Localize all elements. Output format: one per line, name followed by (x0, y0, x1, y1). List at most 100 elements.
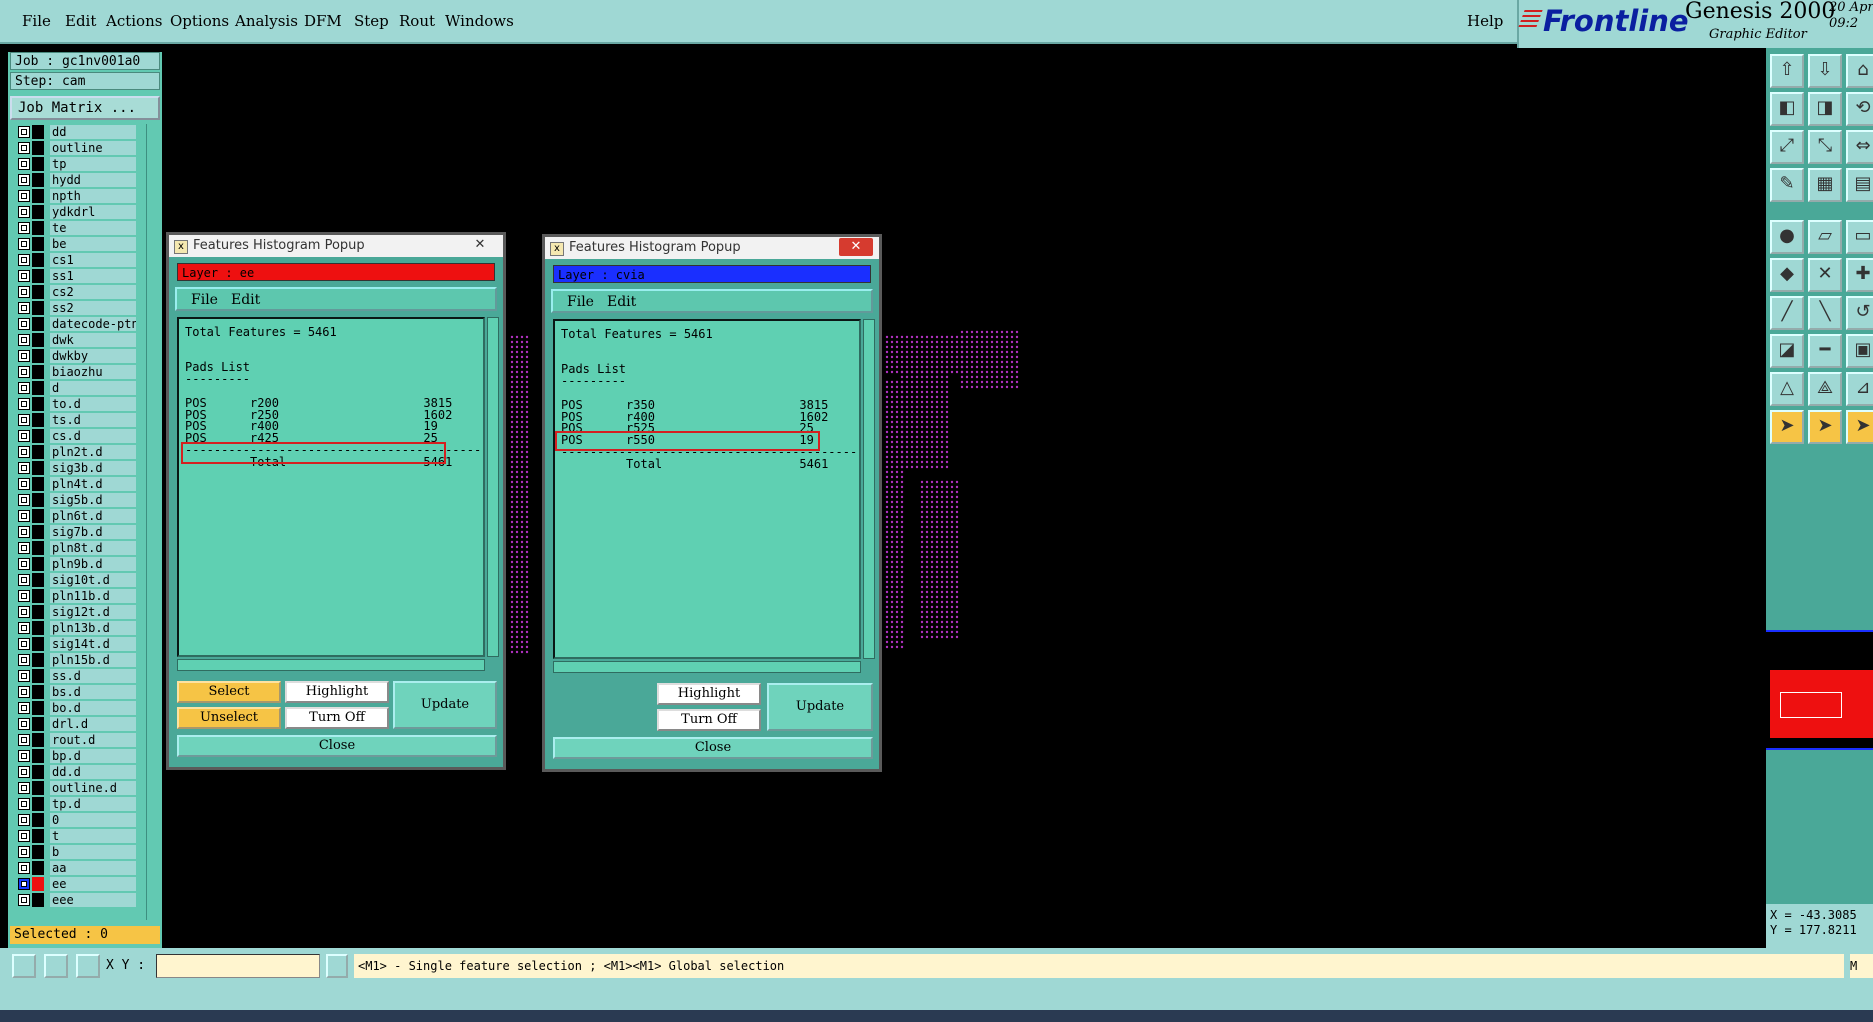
layer-name[interactable]: sig10t.d (50, 573, 136, 587)
layer-name[interactable]: rout.d (50, 733, 136, 747)
highlight-button[interactable]: Highlight (657, 683, 761, 705)
layer-checkbox[interactable] (18, 686, 30, 698)
layer-row[interactable]: to.d (12, 396, 140, 412)
toolbar-tool-button[interactable]: ⟁ (1808, 372, 1842, 406)
layer-checkbox[interactable] (18, 878, 30, 890)
popup-menu-file[interactable]: File (567, 294, 594, 310)
layer-row[interactable]: outline (12, 140, 140, 156)
layer-row[interactable]: pln4t.d (12, 476, 140, 492)
layer-name[interactable]: tp.d (50, 797, 136, 811)
toolbar-tool-button[interactable]: ⌂ (1846, 54, 1873, 88)
layer-name[interactable]: bo.d (50, 701, 136, 715)
layer-name[interactable]: datecode-ptn (50, 317, 136, 331)
layer-row[interactable]: ts.d (12, 412, 140, 428)
layer-name[interactable]: te (50, 221, 136, 235)
layer-name[interactable]: pln9b.d (50, 557, 136, 571)
layer-name[interactable]: pln4t.d (50, 477, 136, 491)
layer-row[interactable]: ydkdrl (12, 204, 140, 220)
menu-analysis[interactable]: Analysis (235, 12, 298, 30)
layer-checkbox[interactable] (18, 766, 30, 778)
close-button[interactable]: Close (553, 737, 873, 759)
layer-row[interactable]: pln6t.d (12, 508, 140, 524)
layer-name[interactable]: ss2 (50, 301, 136, 315)
menu-rout[interactable]: Rout (399, 12, 435, 30)
layer-checkbox[interactable] (18, 558, 30, 570)
layer-checkbox[interactable] (18, 734, 30, 746)
layer-row[interactable]: ss2 (12, 300, 140, 316)
layer-checkbox[interactable] (18, 254, 30, 266)
layer-name[interactable]: sig5b.d (50, 493, 136, 507)
popup-menu-edit[interactable]: Edit (231, 292, 260, 308)
menu-help[interactable]: Help (1467, 12, 1503, 30)
turn-off-button[interactable]: Turn Off (285, 707, 389, 729)
close-button[interactable]: Close (177, 735, 497, 757)
layer-checkbox[interactable] (18, 798, 30, 810)
zoom-tool-icon[interactable] (12, 954, 36, 978)
toolbar-tool-button[interactable]: ➤ (1846, 410, 1873, 444)
overview-panel[interactable] (1766, 630, 1873, 750)
layer-name[interactable]: drl.d (50, 717, 136, 731)
layer-row[interactable]: bo.d (12, 700, 140, 716)
layer-row[interactable]: eee (12, 892, 140, 908)
layer-checkbox[interactable] (18, 526, 30, 538)
layer-row[interactable]: te (12, 220, 140, 236)
layer-row[interactable]: cs.d (12, 428, 140, 444)
layer-row[interactable]: sig10t.d (12, 572, 140, 588)
layer-checkbox[interactable] (18, 206, 30, 218)
layer-row[interactable]: b (12, 844, 140, 860)
layer-checkbox[interactable] (18, 718, 30, 730)
close-icon[interactable]: ✕ (839, 238, 873, 256)
toolbar-tool-button[interactable]: ╲ (1808, 296, 1842, 330)
layer-row[interactable]: sig7b.d (12, 524, 140, 540)
layer-checkbox[interactable] (18, 574, 30, 586)
update-button[interactable]: Update (767, 683, 873, 731)
layer-checkbox[interactable] (18, 542, 30, 554)
layer-name[interactable]: b (50, 845, 136, 859)
toolbar-tool-button[interactable]: ● (1770, 220, 1804, 254)
layer-row[interactable]: hydd (12, 172, 140, 188)
layer-name[interactable]: sig3b.d (50, 461, 136, 475)
layer-name[interactable]: tp (50, 157, 136, 171)
layer-name[interactable]: aa (50, 861, 136, 875)
layer-name[interactable]: outline.d (50, 781, 136, 795)
vertical-scrollbar[interactable] (863, 319, 875, 659)
layer-checkbox[interactable] (18, 510, 30, 522)
layer-name[interactable]: dwk (50, 333, 136, 347)
layer-row[interactable]: ee (12, 876, 140, 892)
layer-name[interactable]: bs.d (50, 685, 136, 699)
layer-row[interactable]: ss.d (12, 668, 140, 684)
close-icon[interactable]: ✕ (463, 236, 497, 254)
layer-name[interactable]: 0 (50, 813, 136, 827)
job-matrix-button[interactable]: Job Matrix ... (10, 96, 160, 120)
layer-row[interactable]: dwk (12, 332, 140, 348)
layer-row[interactable]: datecode-ptn (12, 316, 140, 332)
highlight-button[interactable]: Highlight (285, 681, 389, 703)
layer-checkbox[interactable] (18, 398, 30, 410)
toolbar-tool-button[interactable]: ▱ (1808, 220, 1842, 254)
layer-name[interactable]: outline (50, 141, 136, 155)
layer-checkbox[interactable] (18, 446, 30, 458)
layer-name[interactable]: be (50, 237, 136, 251)
layer-checkbox[interactable] (18, 894, 30, 906)
layer-checkbox[interactable] (18, 846, 30, 858)
layer-row[interactable]: pln9b.d (12, 556, 140, 572)
toolbar-tool-button[interactable]: ⤢ (1770, 130, 1804, 164)
layer-row[interactable]: pln15b.d (12, 652, 140, 668)
layer-checkbox[interactable] (18, 350, 30, 362)
toolbar-tool-button[interactable]: ◧ (1770, 92, 1804, 126)
layer-name[interactable]: biaozhu (50, 365, 136, 379)
layer-row[interactable]: t (12, 828, 140, 844)
layer-checkbox[interactable] (18, 750, 30, 762)
layer-row[interactable]: sig3b.d (12, 460, 140, 476)
horizontal-scrollbar[interactable] (553, 661, 861, 673)
layer-row[interactable]: sig12t.d (12, 604, 140, 620)
toolbar-tool-button[interactable]: ➤ (1770, 410, 1804, 444)
layer-row[interactable]: be (12, 236, 140, 252)
layer-name[interactable]: cs2 (50, 285, 136, 299)
layer-checkbox[interactable] (18, 494, 30, 506)
toolbar-tool-button[interactable]: ▣ (1846, 334, 1873, 368)
layer-checkbox[interactable] (18, 270, 30, 282)
select-button[interactable]: Select (177, 681, 281, 703)
layer-checkbox[interactable] (18, 670, 30, 682)
layer-row[interactable]: dwkby (12, 348, 140, 364)
